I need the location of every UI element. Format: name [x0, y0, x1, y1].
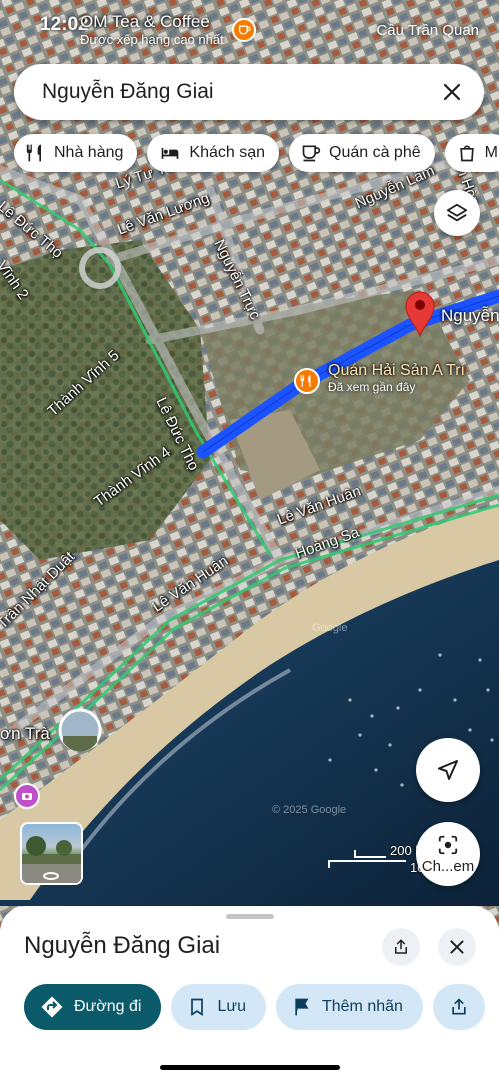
directions-button[interactable]: Đường đi — [24, 984, 162, 1030]
flag-icon — [295, 998, 309, 1016]
search-input[interactable]: Nguyễn Đăng Giai — [42, 80, 438, 104]
coffee-icon — [302, 145, 321, 162]
action-buttons: Đường đi Lưu Thêm nhãn — [24, 984, 485, 1030]
place-title: Nguyễn Đăng Giai — [24, 932, 221, 959]
shopping-icon — [459, 145, 474, 162]
close-icon — [450, 940, 464, 954]
close-sheet-button[interactable] — [438, 928, 476, 966]
my-location-button[interactable] — [416, 738, 480, 802]
restaurant-icon — [26, 144, 41, 162]
home-indicator[interactable] — [160, 1065, 340, 1070]
bookmark-icon — [191, 998, 204, 1017]
close-icon[interactable] — [438, 78, 466, 106]
top-right-place-label[interactable]: Cầu Trần Quan — [376, 22, 479, 39]
chip-cafes[interactable]: Quán cà phê — [289, 134, 435, 172]
poi-subtitle: Đã xem gần đây — [328, 380, 416, 394]
top-poi-subtitle: Được xếp hạng cao nhất — [80, 32, 224, 47]
share-icon — [452, 998, 466, 1015]
navigation-arrow-icon — [438, 760, 458, 780]
hotel-icon — [162, 148, 179, 159]
bottom-sheet[interactable]: Nguyễn Đăng Giai Đường đi Lưu Thêm nhãn — [0, 906, 499, 1080]
lens-button[interactable]: Ch...em — [416, 822, 480, 886]
restaurant-poi-icon[interactable] — [294, 368, 320, 394]
street-label: ơn Trà — [0, 724, 50, 743]
camera-lens-icon — [438, 835, 458, 854]
add-label-button[interactable]: Thêm nhãn — [275, 984, 423, 1030]
drag-handle[interactable] — [226, 914, 274, 919]
category-chips: Nhà hàng Khách sạn Quán cà phê M — [14, 134, 499, 172]
share-icon — [395, 939, 407, 954]
action-label: Lưu — [217, 998, 246, 1015]
selected-place-label[interactable]: Nguyễn — [441, 306, 499, 326]
map-watermark: Google — [312, 622, 348, 634]
chip-shopping[interactable]: M — [444, 134, 499, 172]
action-label: Thêm nhãn — [321, 998, 403, 1015]
layers-button[interactable] — [434, 190, 480, 236]
chip-label: M — [484, 144, 498, 161]
layers-icon — [446, 203, 468, 222]
coffee-poi-icon[interactable] — [232, 18, 256, 42]
chip-label: Nhà hàng — [54, 144, 124, 161]
poi-name: Quán Hải Sản A Trí — [328, 362, 465, 379]
chip-hotels[interactable]: Khách sạn — [147, 134, 279, 172]
map-watermark: © 2025 Google — [272, 804, 347, 816]
chip-restaurants[interactable]: Nhà hàng — [14, 134, 138, 172]
poi-label[interactable]: Quán Hải Sản A Trí Đã xem gần đây — [328, 362, 465, 394]
save-button[interactable]: Lưu — [171, 984, 266, 1030]
chip-label: Quán cà phê — [329, 144, 421, 161]
search-bar[interactable]: Nguyễn Đăng Giai — [14, 64, 484, 120]
share-button[interactable] — [382, 928, 420, 966]
share-action-button[interactable] — [432, 984, 485, 1030]
street-view-thumbnail[interactable] — [20, 822, 83, 885]
chip-label: Khách sạn — [189, 144, 265, 161]
top-poi-name: OM Tea & Coffee — [80, 12, 210, 31]
lens-label: Ch...em — [421, 857, 475, 875]
top-poi[interactable]: OM Tea & Coffee Được xếp hạng cao nhất — [80, 12, 224, 47]
action-label: Đường đi — [74, 998, 142, 1015]
directions-icon — [41, 996, 63, 1018]
